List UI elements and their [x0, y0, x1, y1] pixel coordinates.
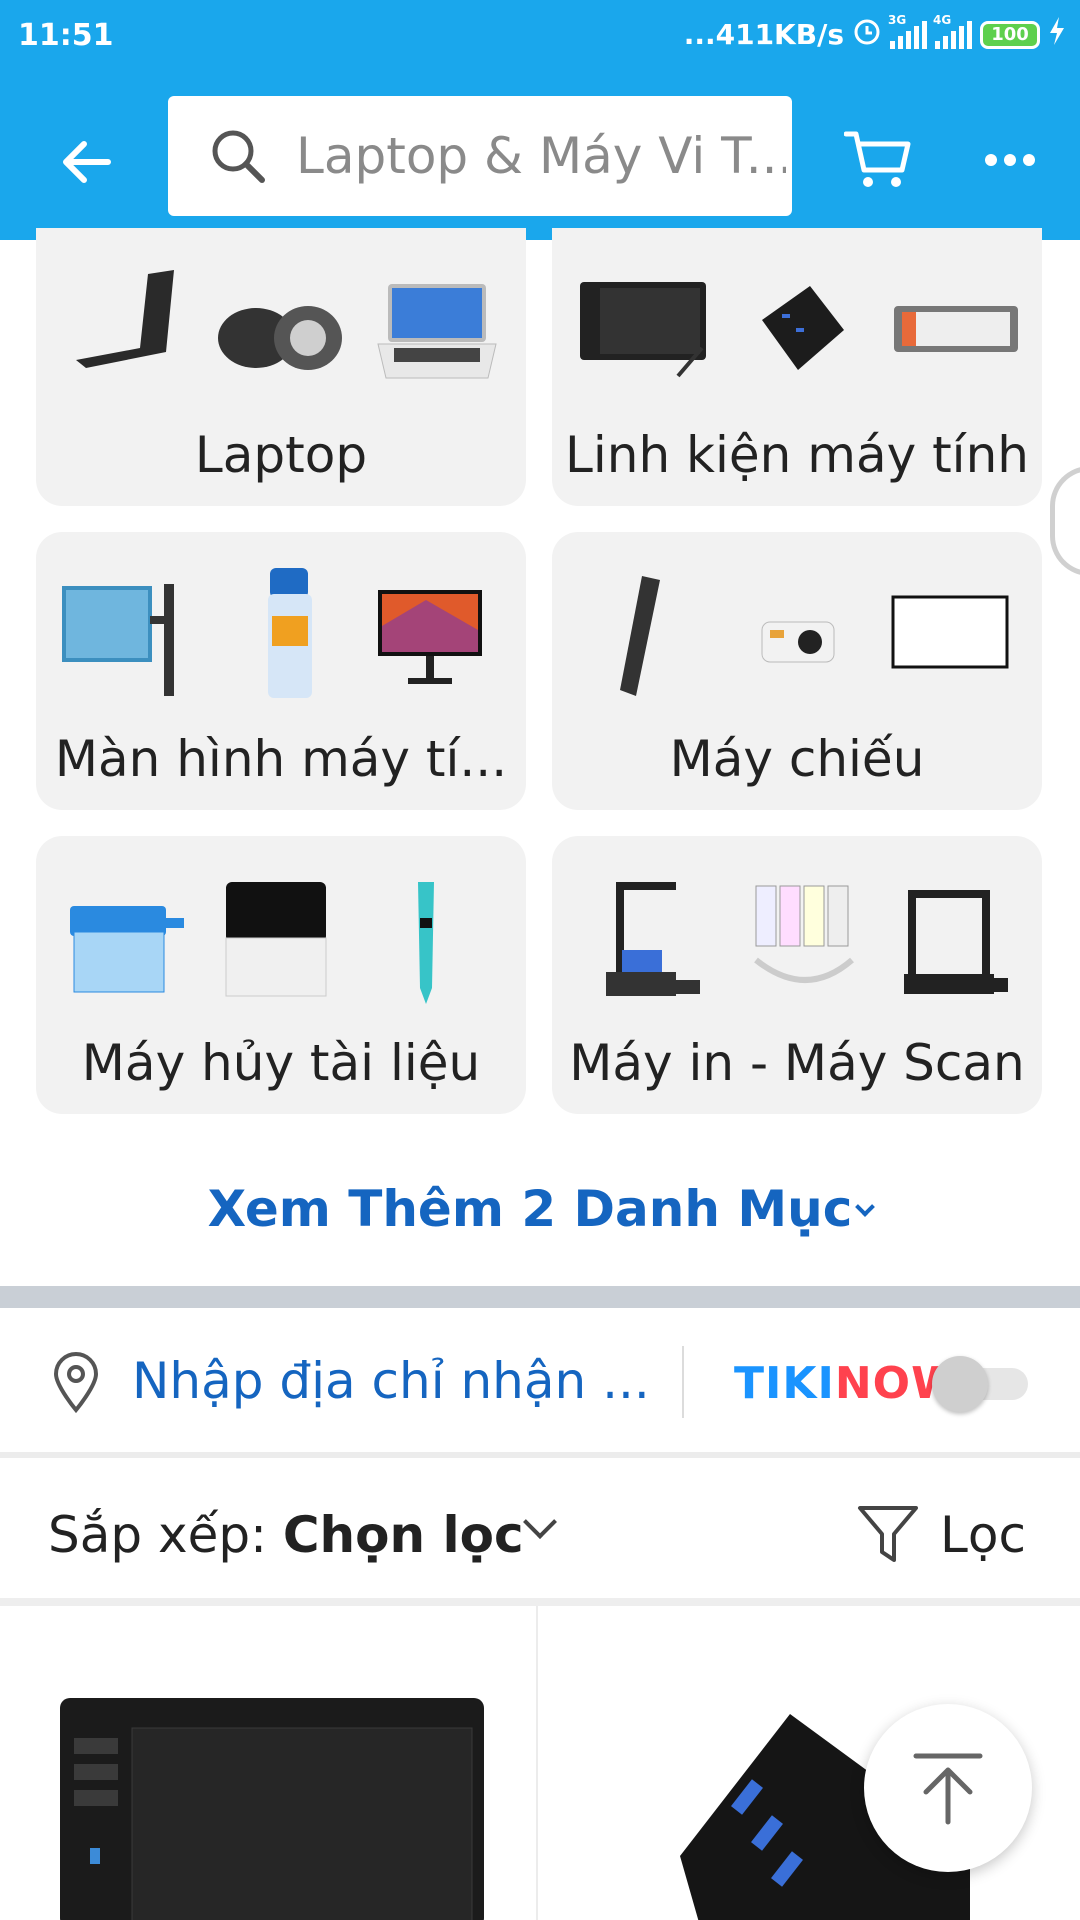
mini-projector-image	[761, 621, 835, 663]
chevron-down-icon[interactable]	[523, 1505, 557, 1539]
category-computer-parts[interactable]: Linh kiện máy tính	[552, 228, 1042, 506]
monitor-arm-image	[62, 584, 174, 696]
desktop-shredder-image	[225, 882, 327, 997]
app-header: Laptop & Máy Vi T...	[0, 72, 1080, 240]
cart-button[interactable]	[838, 120, 918, 200]
paper-shredder-image	[70, 906, 184, 993]
see-more-label: Xem Thêm 2 Danh Mục	[207, 1180, 853, 1238]
battery-icon: 100	[980, 20, 1040, 49]
category-images	[36, 532, 526, 710]
desktop-monitor-image	[378, 590, 482, 684]
signal-sim1-icon: 3G	[888, 13, 927, 49]
laptop-image	[377, 284, 497, 379]
status-bar: 11:51 ...411KB/s 3G 4G 100	[0, 0, 1080, 72]
usb-hub-image	[762, 286, 844, 370]
category-shredders[interactable]: Máy hủy tài liệu	[36, 836, 526, 1114]
category-label: Máy in - Máy Scan	[569, 1034, 1025, 1092]
see-more-categories-link[interactable]: Xem Thêm 2 Danh Mục	[0, 1180, 1080, 1238]
more-icon	[985, 154, 1035, 166]
back-arrow-icon	[63, 141, 111, 183]
tikinow-logo: TIKINOW	[734, 1358, 961, 1409]
alarm-icon	[852, 16, 882, 53]
category-images	[552, 836, 1042, 1014]
category-images	[552, 532, 1042, 710]
search-input[interactable]: Laptop & Máy Vi T...	[168, 96, 792, 216]
address-bar: Nhập địa chỉ nhận ... TIKINOW	[0, 1308, 1080, 1456]
category-label: Màn hình máy tí...	[54, 730, 508, 788]
speaker-image	[218, 306, 342, 370]
scroll-to-top-button[interactable]	[864, 1704, 1032, 1872]
filter-button[interactable]: Lọc	[940, 1506, 1026, 1564]
category-label: Máy hủy tài liệu	[81, 1034, 481, 1092]
category-printers-scanners[interactable]: Máy in - Máy Scan	[552, 836, 1042, 1114]
address-input[interactable]: Nhập địa chỉ nhận ...	[132, 1352, 650, 1410]
fast-scroll-handle[interactable]	[1050, 466, 1080, 576]
search-icon	[208, 126, 268, 186]
status-time: 11:51	[18, 18, 114, 53]
3d-pen-image	[418, 882, 434, 1004]
tikinow-toggle[interactable]	[932, 1356, 1028, 1412]
screen: 11:51 ...411KB/s 3G 4G 100 Laptop & Máy …	[0, 0, 1080, 1920]
status-icons: ...411KB/s 3G 4G 100	[683, 13, 1066, 53]
signal-sim2-icon: 4G	[933, 13, 972, 49]
category-images	[36, 228, 526, 406]
presenter-remote-image	[620, 576, 660, 696]
toggle-knob	[932, 1356, 988, 1412]
charging-icon	[1048, 16, 1066, 53]
category-label: Linh kiện máy tính	[565, 426, 1029, 484]
3d-printer-image	[606, 882, 700, 996]
back-button[interactable]	[46, 122, 126, 202]
search-text: Laptop & Máy Vi T...	[296, 127, 786, 185]
sort-value: Chọn lọc	[282, 1506, 524, 1564]
sort-dropdown[interactable]: Sắp xếp: Chọn lọc	[48, 1506, 524, 1564]
projector-screen-image	[891, 595, 1009, 669]
scroll-to-top-icon	[913, 1753, 983, 1825]
category-laptop[interactable]: Laptop	[36, 228, 526, 506]
section-divider	[0, 1286, 1080, 1308]
drawing-tablet-image	[580, 282, 706, 378]
keyboard-image	[894, 306, 1018, 352]
category-label: Máy chiếu	[669, 730, 925, 788]
divider	[0, 1598, 1080, 1606]
more-options-button[interactable]	[970, 120, 1050, 200]
product-image-drawing-tablet	[60, 1698, 484, 1920]
sort-label: Sắp xếp:	[48, 1506, 283, 1564]
network-speed: ...411KB/s	[683, 18, 844, 51]
laptop-stand-image	[76, 270, 174, 368]
location-pin-icon	[53, 1352, 99, 1414]
filter-icon[interactable]	[856, 1502, 920, 1566]
printer-frame-image	[904, 890, 1008, 994]
product-card[interactable]	[0, 1606, 538, 1920]
cart-icon	[844, 131, 911, 187]
ink-system-image	[754, 885, 854, 983]
chevron-down-icon	[855, 1197, 876, 1217]
screen-cleaner-image	[268, 568, 312, 698]
category-images	[36, 836, 526, 1014]
category-images	[552, 228, 1042, 406]
vertical-divider	[682, 1346, 684, 1418]
category-projectors[interactable]: Máy chiếu	[552, 532, 1042, 810]
sort-filter-bar: Sắp xếp: Chọn lọc Lọc	[0, 1458, 1080, 1598]
category-label: Laptop	[194, 426, 368, 484]
category-monitors[interactable]: Màn hình máy tí...	[36, 532, 526, 810]
